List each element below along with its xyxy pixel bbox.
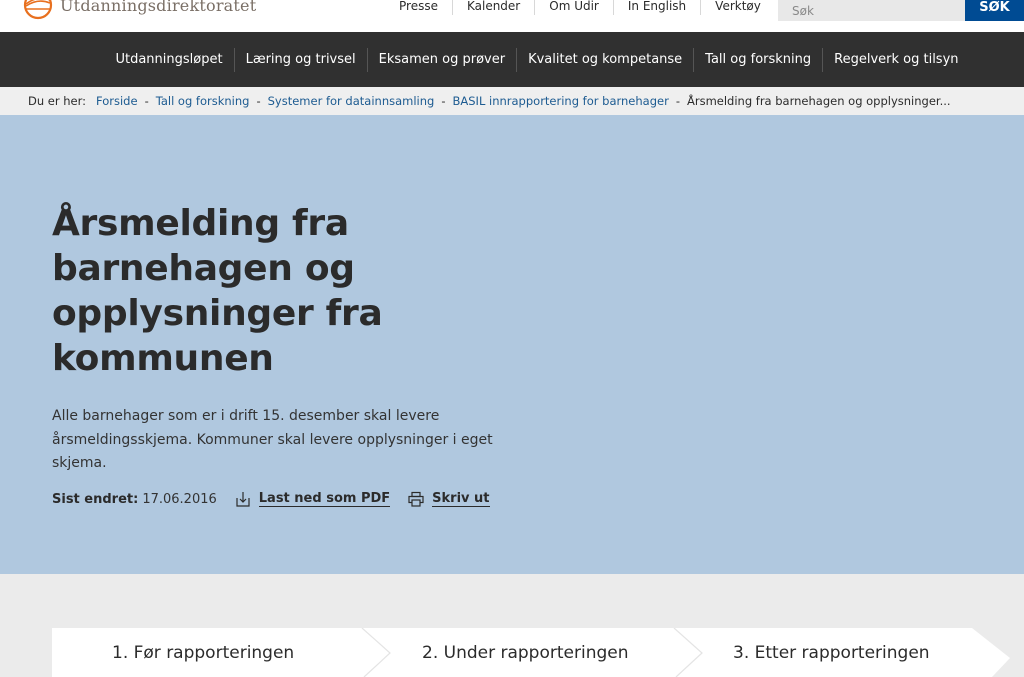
breadcrumb-link-tall-og-forskning[interactable]: Tall og forskning [156, 94, 250, 108]
breadcrumb-current: Årsmelding fra barnehagen og opplysninge… [686, 94, 951, 108]
breadcrumb-separator: - [144, 94, 149, 108]
step-after-reporting[interactable]: 3. Etter rapporteringen [733, 628, 930, 677]
search-button[interactable]: SØK [965, 0, 1024, 21]
nav-item-tall-og-forskning[interactable]: Tall og forskning [693, 47, 822, 72]
process-section: 1. Før rapporteringen 2. Under rapporter… [0, 574, 1024, 677]
print-label: Skriv ut [432, 491, 490, 507]
breadcrumb-separator: - [256, 94, 261, 108]
breadcrumb-link-basil[interactable]: BASIL innrapportering for barnehager [453, 94, 669, 108]
process-steps: 1. Før rapporteringen 2. Under rapporter… [52, 628, 1024, 677]
nav-item-eksamen-og-prover[interactable]: Eksamen og prøver [366, 47, 516, 72]
logo-text: Utdanningsdirektoratet [60, 0, 257, 15]
search-input[interactable] [778, 0, 965, 21]
last-changed-label: Sist endret: [52, 491, 139, 507]
utility-link-kalender[interactable]: Kalender [451, 0, 534, 15]
utility-link-verktoy[interactable]: Verktøy [700, 0, 775, 15]
last-changed-value: 17.06.2016 [142, 491, 217, 507]
hero-section: Årsmelding fra barnehagen og opplysninge… [0, 115, 1024, 574]
utility-link-om-udir[interactable]: Om Udir [534, 0, 613, 15]
breadcrumb-label: Du er her: [28, 94, 87, 108]
nav-item-kvalitet-og-kompetanse[interactable]: Kvalitet og kompetanse [516, 47, 693, 72]
lead-paragraph: Alle barnehager som er i drift 15. desem… [52, 408, 493, 471]
breadcrumb-link-systemer[interactable]: Systemer for datainnsamling [268, 94, 435, 108]
nav-item-regelverk-og-tilsyn[interactable]: Regelverk og tilsyn [822, 47, 969, 72]
logo-link[interactable]: Utdanningsdirektoratet [22, 0, 256, 20]
main-nav: Utdanningsløpet Læring og trivsel Eksame… [0, 32, 1024, 87]
print-link[interactable]: Skriv ut [408, 491, 490, 507]
utility-link-presse[interactable]: Presse [385, 0, 452, 15]
top-bar: Utdanningsdirektoratet Presse Kalender O… [0, 0, 1024, 32]
breadcrumb-separator: - [675, 94, 680, 108]
nav-item-laering-og-trivsel[interactable]: Læring og trivsel [233, 47, 367, 72]
breadcrumb-separator: - [441, 94, 446, 108]
download-icon [236, 492, 250, 507]
breadcrumb: Du er her: Forside - Tall og forskning -… [0, 87, 1024, 115]
utility-nav: Presse Kalender Om Udir In English Verkt… [385, 0, 775, 16]
step-during-reporting[interactable]: 2. Under rapporteringen [422, 628, 629, 677]
breadcrumb-link-forside[interactable]: Forside [96, 94, 138, 108]
step-before-reporting[interactable]: 1. Før rapporteringen [112, 628, 294, 677]
article-meta: Sist endret: 17.06.2016 Last ned som PDF… [52, 491, 490, 507]
download-pdf-label: Last ned som PDF [258, 491, 391, 507]
udir-logo-icon [23, 0, 53, 20]
page-title: Årsmelding fra barnehagen og opplysninge… [52, 203, 383, 379]
utility-link-in-english[interactable]: In English [612, 0, 700, 15]
printer-icon [408, 491, 424, 507]
nav-item-utdanningslopet[interactable]: Utdanningsløpet [104, 48, 233, 72]
download-pdf-link[interactable]: Last ned som PDF [235, 491, 391, 507]
